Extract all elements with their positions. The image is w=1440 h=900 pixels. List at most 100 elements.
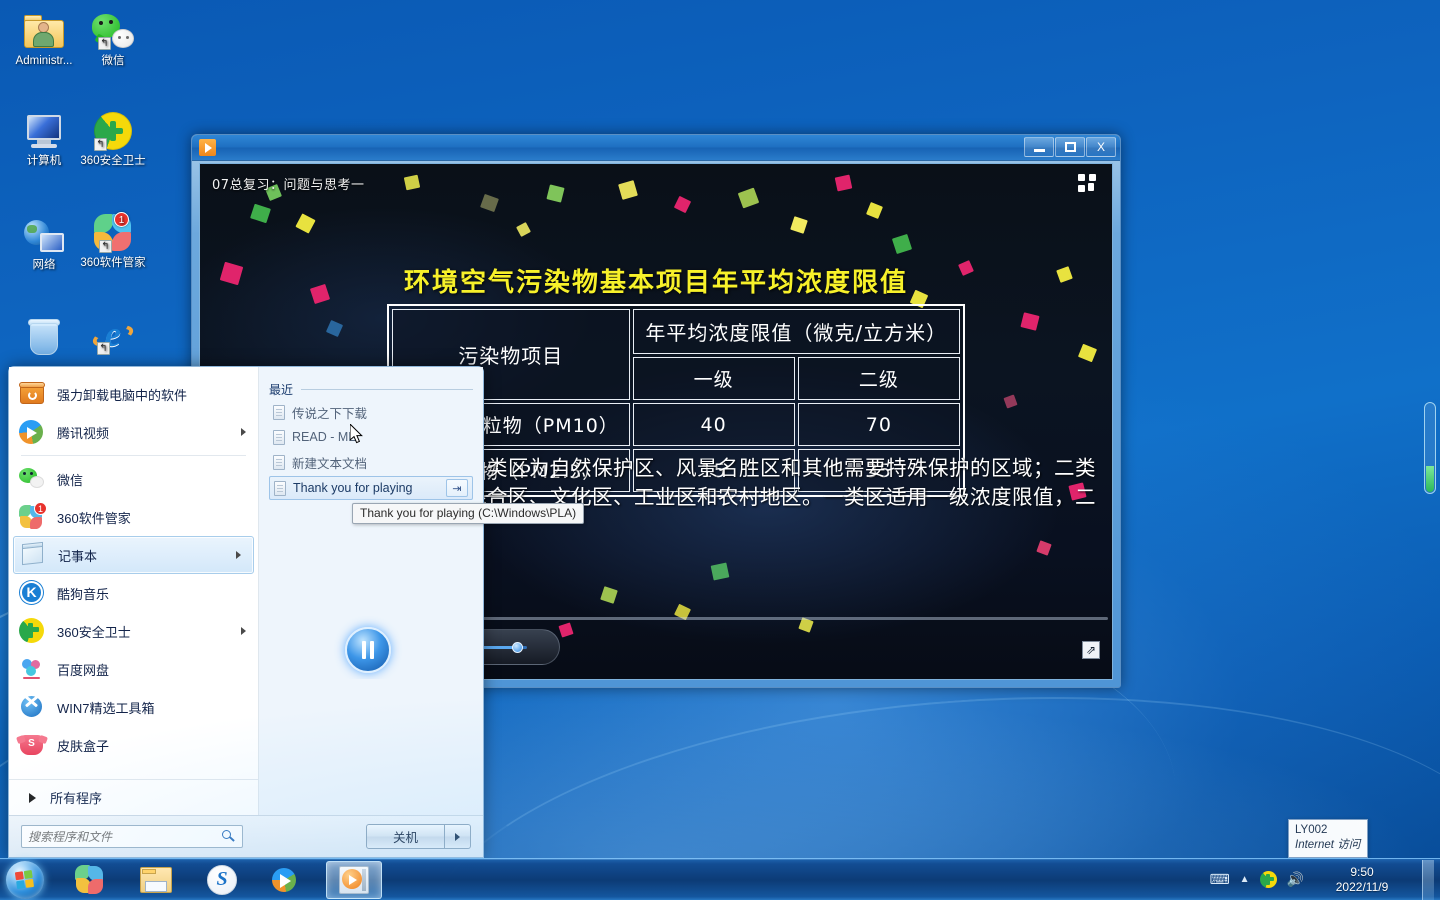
table-cell-level1: 40	[632, 403, 795, 446]
desktop-icon-label: 网络	[32, 259, 56, 271]
recent-item-label: 新建文本文档	[292, 456, 368, 471]
desktop-icon-360-software-manager[interactable]: 1 ↰ 360软件管家	[75, 210, 151, 270]
desktop-icon-360-safe[interactable]: ↰ 360安全卫士	[75, 108, 151, 168]
document-icon	[273, 454, 285, 470]
clock[interactable]: 9:50 2022/11/9	[1314, 865, 1410, 895]
media-player-icon	[339, 865, 369, 894]
kugou-music-icon: K	[19, 580, 45, 606]
slide-title: 环境空气污染物基本项目年平均浓度限值	[403, 268, 908, 298]
user-folder-icon	[6, 8, 82, 54]
search-input-wrapper[interactable]	[21, 825, 243, 848]
submenu-arrow-icon	[241, 627, 246, 635]
start-button[interactable]	[2, 860, 48, 900]
windows-explorer-icon	[140, 866, 172, 893]
keyboard-ime-icon[interactable]: ⌨	[1209, 871, 1229, 888]
desktop[interactable]: Administr... ↰ 微信 计算机 ↰ 360安全卫士 网络 1 ↰ 3…	[0, 0, 1440, 900]
start-menu-recent-pane: 最近 传说之下下载 READ - ME 新建文本文档 Thank you for…	[259, 367, 483, 815]
recent-item-label: 传说之下下载	[292, 406, 368, 421]
minimize-button[interactable]	[1024, 137, 1054, 157]
sogou-icon: S	[207, 864, 237, 895]
recent-section-header: 最近	[269, 381, 473, 398]
shutdown-button[interactable]: 关机	[365, 824, 445, 849]
desktop-icon-computer[interactable]: 计算机	[6, 108, 82, 168]
baidu-netdisk-icon	[19, 656, 45, 682]
taskbar[interactable]: S ⌨ ▲ 🔊 9:50 2022/11/9	[0, 858, 1440, 900]
start-menu-item-uninstall[interactable]: 强力卸载电脑中的软件	[9, 375, 258, 413]
start-menu-separator	[21, 455, 246, 456]
desktop-icon-wechat[interactable]: ↰ 微信	[75, 8, 151, 68]
start-menu-item-label: 酷狗音乐	[57, 586, 110, 602]
desktop-icon-label: 微信	[101, 55, 125, 67]
desktop-icon-label: Administr...	[15, 55, 73, 67]
table-cell-level2: 70	[797, 403, 960, 446]
360-software-manager-icon: 1 ↰	[75, 210, 151, 256]
taskbar-item-explorer[interactable]	[128, 861, 184, 899]
table-row: 污染物项目 年平均浓度限值（微克/立方米）	[392, 309, 960, 400]
close-button[interactable]: X	[1086, 137, 1116, 157]
desktop-icon-administrator[interactable]: Administr...	[6, 8, 82, 68]
recent-item[interactable]: READ - ME	[269, 426, 473, 448]
start-menu-item-360-safe[interactable]: 360安全卫士	[9, 612, 258, 650]
start-menu-item-notepad[interactable]: 记事本	[13, 536, 254, 574]
recent-item[interactable]: 新建文本文档	[269, 451, 473, 473]
expand-icon[interactable]: ⇗	[1082, 641, 1100, 659]
recent-item[interactable]: 传说之下下载	[269, 401, 473, 423]
taskbar-item-sogou[interactable]: S	[194, 861, 250, 899]
taskbar-item-media-player[interactable]	[326, 860, 382, 899]
pause-button[interactable]	[345, 627, 391, 673]
shortcut-overlay-icon: ↰	[97, 342, 110, 355]
volume-knob[interactable]	[511, 642, 523, 653]
start-menu-item-baidu-netdisk[interactable]: 百度网盘	[9, 650, 258, 688]
desktop-icon-network[interactable]: 网络	[6, 212, 82, 272]
recent-header-rule	[301, 389, 473, 390]
start-menu-item-label: 微信	[57, 472, 84, 488]
show-desktop-button[interactable]	[1422, 859, 1434, 900]
maximize-button[interactable]	[1055, 137, 1085, 157]
start-menu-item-label: 百度网盘	[57, 662, 110, 678]
start-menu-item-kugou-music[interactable]: K 酷狗音乐	[9, 574, 258, 612]
start-menu-item-skin-box[interactable]: S 皮肤盒子	[9, 726, 258, 764]
recycle-bin-icon	[6, 314, 82, 360]
start-menu[interactable]: 强力卸载电脑中的软件 腾讯视频 微信 1 360软件管家 记事本 K 酷狗音乐 …	[8, 366, 484, 858]
chevron-right-icon	[455, 832, 460, 841]
notification-badge: 1	[34, 502, 47, 515]
360-software-manager-icon: 1	[19, 502, 47, 530]
start-menu-item-label: 腾讯视频	[57, 425, 110, 441]
start-menu-item-wechat[interactable]: 微信	[9, 460, 258, 498]
shutdown-options-button[interactable]	[445, 824, 471, 849]
recent-item-selected[interactable]: Thank you for playing ⇥	[269, 476, 473, 500]
recent-item-label: Thank you for playing	[293, 481, 413, 495]
desktop-icon-recycle-bin[interactable]	[6, 314, 82, 360]
360-safe-icon: ↰	[75, 108, 151, 154]
wechat-icon: ↰	[75, 8, 151, 54]
taskbar-item-tencent-video[interactable]	[260, 861, 316, 899]
all-programs-button[interactable]: 所有程序	[9, 779, 258, 815]
start-menu-item-label: 皮肤盒子	[57, 738, 110, 754]
start-menu-item-label: 记事本	[58, 548, 98, 564]
window-titlebar[interactable]: X	[192, 135, 1120, 161]
all-programs-label: 所有程序	[50, 791, 103, 806]
volume-icon[interactable]: 🔊	[1287, 871, 1304, 888]
network-name: LY002	[1295, 824, 1328, 836]
internet-explorer-icon: e ↰	[75, 312, 151, 358]
start-menu-body: 强力卸载电脑中的软件 腾讯视频 微信 1 360软件管家 记事本 K 酷狗音乐 …	[9, 367, 483, 815]
start-menu-item-label: 360安全卫士	[57, 624, 131, 640]
search-input[interactable]	[28, 829, 222, 844]
submenu-arrow-icon	[236, 551, 241, 559]
clock-date: 2022/11/9	[1335, 879, 1389, 894]
360-tray-icon[interactable]	[1259, 871, 1277, 888]
start-menu-item-360-software-manager[interactable]: 1 360软件管家	[9, 498, 258, 536]
table-subheader-level1: 一级	[632, 357, 795, 400]
pin-icon[interactable]: ⇥	[446, 479, 468, 497]
skin-box-icon: S	[16, 732, 48, 758]
computer-icon	[6, 108, 82, 154]
shortcut-overlay-icon: ↰	[99, 240, 112, 253]
channel-logo-icon	[1078, 174, 1098, 192]
start-menu-item-win7-toolbox[interactable]: WIN7精选工具箱	[9, 688, 258, 726]
shortcut-overlay-icon: ↰	[98, 37, 111, 50]
taskbar-item-360-safe[interactable]	[62, 861, 118, 899]
network-access-status: Internet 访问	[1295, 839, 1361, 851]
desktop-icon-internet-explorer[interactable]: e ↰	[75, 312, 151, 358]
show-hidden-icons-icon[interactable]: ▲	[1240, 874, 1250, 885]
start-menu-item-tencent-video[interactable]: 腾讯视频	[9, 413, 258, 451]
